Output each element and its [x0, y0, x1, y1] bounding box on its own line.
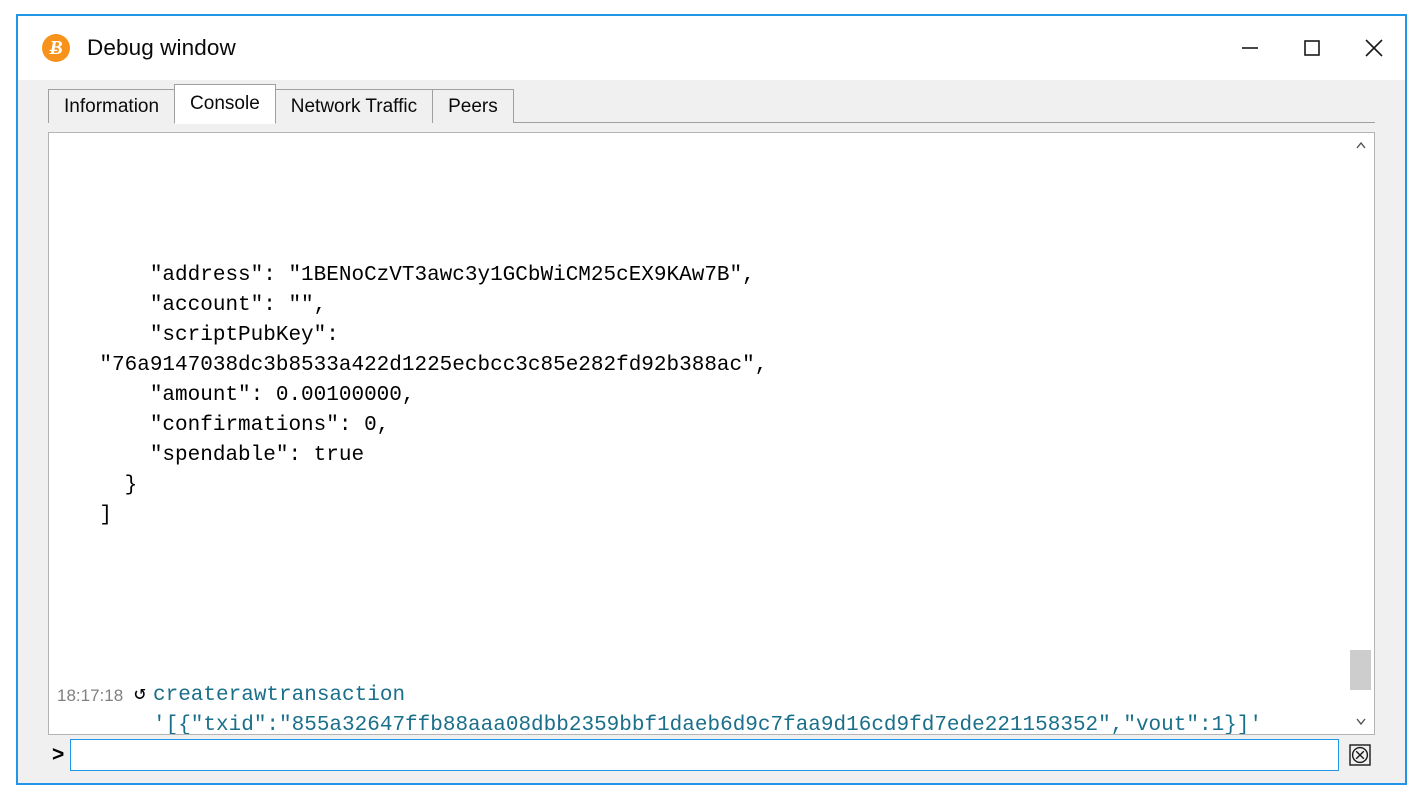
desktop-background: Ƀ Debug window Information Console Netwo… [0, 0, 1423, 799]
debug-window: Ƀ Debug window Information Console Netwo… [16, 14, 1407, 785]
scroll-up-icon[interactable] [1347, 133, 1374, 159]
window-controls [1219, 16, 1405, 80]
command-input[interactable] [70, 739, 1339, 771]
console-panel: "address": "1BENoCzVT3awc3y1GCbWiCM25cEX… [18, 123, 1405, 783]
log-entry: 18:17:18 ↺ createrawtransaction '[{"txid… [49, 681, 1346, 734]
tab-console[interactable]: Console [174, 84, 276, 124]
bitcoin-icon: Ƀ [42, 34, 70, 62]
prompt-symbol: > [52, 743, 65, 766]
scrollbar-thumb[interactable] [1350, 650, 1371, 690]
console-output: "address": "1BENoCzVT3awc3y1GCbWiCM25cEX… [49, 133, 1346, 734]
log-message: "address": "1BENoCzVT3awc3y1GCbWiCM25cEX… [99, 264, 768, 527]
log-message: createrawtransaction '[{"txid":"855a3264… [153, 684, 1262, 734]
console-log: "address": "1BENoCzVT3awc3y1GCbWiCM25cEX… [49, 133, 1346, 734]
console-scrollbar[interactable] [1346, 133, 1374, 734]
log-timestamp: 18:17:18 [57, 686, 124, 705]
tab-peers[interactable]: Peers [432, 89, 514, 123]
request-arrow-icon: ↺ [133, 683, 147, 706]
console-output-container: "address": "1BENoCzVT3awc3y1GCbWiCM25cEX… [48, 132, 1375, 735]
title-bar: Ƀ Debug window [18, 16, 1405, 80]
scroll-down-icon[interactable] [1347, 708, 1374, 734]
scrollbar-track[interactable] [1347, 159, 1374, 708]
clear-console-button[interactable] [1345, 740, 1375, 770]
close-icon[interactable] [1343, 16, 1405, 80]
tab-bar: Information Console Network Traffic Peer… [18, 80, 1405, 124]
tab-information[interactable]: Information [48, 89, 176, 123]
clear-icon [1349, 744, 1371, 766]
minimize-icon[interactable] [1219, 16, 1281, 80]
maximize-icon[interactable] [1281, 16, 1343, 80]
log-entry: "address": "1BENoCzVT3awc3y1GCbWiCM25cEX… [49, 201, 1346, 591]
command-input-row: > [48, 735, 1375, 783]
window-title: Debug window [87, 35, 236, 60]
tab-network-traffic[interactable]: Network Traffic [274, 89, 434, 123]
